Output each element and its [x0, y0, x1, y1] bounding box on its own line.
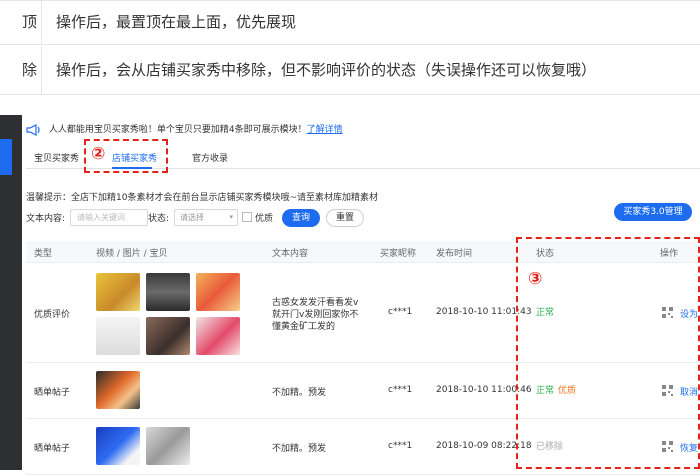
description-row: 顶 操作后，最置顶在最上面，优先展现 — [0, 0, 700, 45]
filter-bar: 文本内容: 请输入关键词 状态: 请选择 ▾ 优质 查询 重置 — [26, 209, 700, 227]
row-type: 晒单帖子 — [34, 444, 71, 454]
notice-detail-link[interactable]: 了解详情 — [307, 125, 343, 135]
query-button[interactable]: 查询 — [282, 209, 320, 227]
media-thumbnail[interactable] — [96, 427, 140, 465]
content-search-input[interactable]: 请输入关键词 — [70, 209, 148, 226]
side-nav-active-item[interactable] — [0, 139, 12, 175]
content-label: 文本内容: — [26, 214, 66, 224]
chevron-down-icon: ▾ — [229, 213, 233, 221]
description-row-text: 操作后，最置顶在最上面，优先展现 — [56, 13, 297, 31]
header-media: 视频 / 图片 / 宝贝 — [96, 249, 168, 259]
buyer-show-admin-panel: 人人都能用宝贝买家秀啦！单个宝贝只要加精4条即可展示模块！了解详情 宝贝买家秀 … — [0, 115, 700, 475]
media-thumbnail[interactable] — [146, 427, 190, 465]
row-type: 晒单帖子 — [34, 388, 71, 398]
description-row-text: 操作后，会从店铺买家秀中移除，但不影响评价的状态（失误操作还可以恢复哦） — [56, 61, 597, 79]
header-time: 发布时间 — [436, 249, 473, 259]
tab-official-collection[interactable]: 官方收录 — [192, 151, 228, 164]
row-text-line: 不加精。预发 — [272, 444, 327, 454]
header-text: 文本内容 — [272, 249, 309, 259]
quality-checkbox[interactable] — [242, 212, 252, 222]
row-nickname: c***1 — [388, 307, 413, 317]
media-thumbnail[interactable] — [146, 317, 190, 355]
row-type: 优质评价 — [34, 310, 71, 320]
media-thumbnail[interactable] — [96, 317, 140, 355]
media-thumbnail[interactable] — [196, 317, 240, 355]
reset-button[interactable]: 重置 — [326, 209, 364, 227]
annotation-number-three: ③ — [528, 269, 543, 289]
header-nickname: 买家昵称 — [380, 249, 417, 259]
media-thumbnail[interactable] — [96, 273, 140, 311]
description-row-label: 除 — [0, 47, 42, 94]
row-text-line: 不加精。预发 — [272, 388, 327, 398]
annotation-number-two: ② — [91, 144, 106, 164]
description-table: 顶 操作后，最置顶在最上面，优先展现 除 操作后，会从店铺买家秀中移除，但不影响… — [0, 0, 700, 96]
notice-text: 人人都能用宝贝买家秀啦！单个宝贝只要加精4条即可展示模块！ — [48, 125, 307, 135]
media-thumbnail[interactable] — [96, 371, 140, 409]
description-row-label: 顶 — [0, 0, 42, 44]
notice-bar: 人人都能用宝贝买家秀啦！单个宝贝只要加精4条即可展示模块！了解详情 — [26, 121, 343, 139]
quality-checkbox-label: 优质 — [255, 214, 274, 224]
row-text-line: 懂黄金矿工发的 — [272, 322, 336, 332]
status-label: 状态: — [148, 214, 170, 224]
media-thumbnail[interactable] — [146, 273, 190, 311]
row-nickname: c***1 — [388, 385, 413, 395]
row-nickname: c***1 — [388, 441, 413, 451]
status-select[interactable]: 请选择 ▾ — [174, 209, 238, 226]
buyer-show-manage-button[interactable]: 买家秀3.0管理 — [614, 203, 692, 221]
description-row: 除 操作后，会从店铺买家秀中移除，但不影响评价的状态（失误操作还可以恢复哦） — [0, 47, 700, 95]
tab-item-buyer-show[interactable]: 宝贝买家秀 — [34, 151, 79, 164]
header-type: 类型 — [34, 249, 53, 259]
side-navigation — [0, 115, 22, 470]
megaphone-icon — [26, 123, 40, 136]
annotation-box-status-operation — [516, 237, 700, 469]
warm-tip: 温馨提示：全店下加精10条素材才会在前台显示店铺买家秀模块哦~请至素材库加精素材 — [26, 193, 378, 203]
status-select-value: 请选择 — [180, 213, 204, 222]
media-thumbnail[interactable] — [196, 273, 240, 311]
